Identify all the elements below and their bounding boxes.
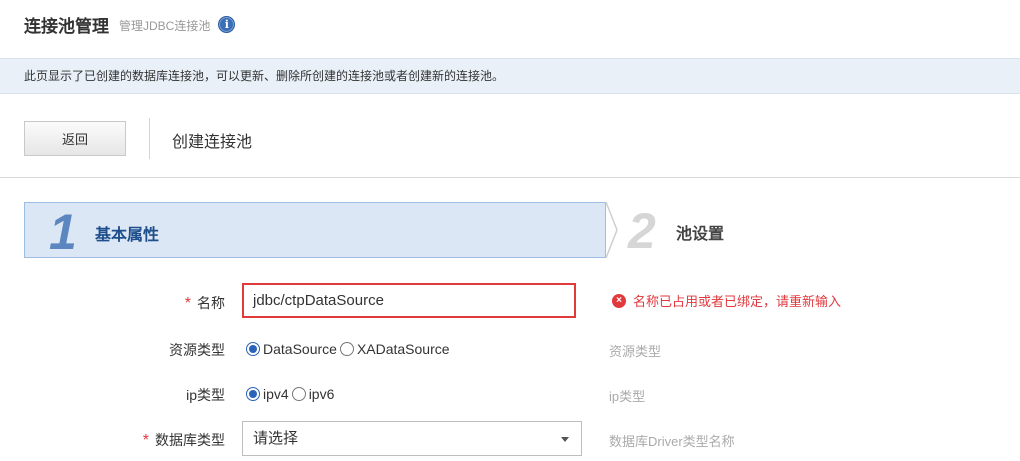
- resource-type-hint: 资源类型: [609, 344, 662, 359]
- wizard-steps: 1 基本属性 2 池设置: [24, 202, 1020, 258]
- error-icon: ×: [612, 293, 626, 308]
- radio-ipv6-label[interactable]: ipv6: [309, 386, 335, 402]
- wizard-step-basic[interactable]: 1 基本属性: [24, 202, 606, 258]
- resource-type-label: 资源类型: [169, 342, 225, 358]
- radio-xadatasource-label[interactable]: XADataSource: [357, 341, 450, 357]
- description-bar: 此页显示了已创建的数据库连接池，可以更新、删除所创建的连接池或者创建新的连接池。: [0, 58, 1020, 94]
- back-button[interactable]: 返回: [24, 121, 126, 156]
- resource-type-radio-group: DataSource XADataSource: [246, 341, 453, 357]
- radio-datasource-label[interactable]: DataSource: [263, 341, 337, 357]
- name-label: * 名称: [184, 295, 225, 312]
- section-divider: [0, 177, 1020, 178]
- radio-xadatasource[interactable]: [339, 342, 354, 356]
- ip-type-radio-group: ipv4 ipv6: [246, 386, 337, 402]
- page-title: 连接池管理: [24, 16, 109, 36]
- radio-ipv4-label[interactable]: ipv4: [263, 386, 289, 402]
- chevron-down-icon: [561, 437, 569, 442]
- step-number: 1: [49, 204, 77, 260]
- step-label: 池设置: [676, 226, 725, 243]
- page-subtitle: 管理JDBC连接池: [119, 19, 211, 33]
- db-type-label-container: * 数据库类型: [0, 423, 225, 455]
- step-arrow-icon: [605, 202, 618, 258]
- toolbar-divider: [149, 118, 150, 159]
- required-mark: *: [142, 432, 149, 449]
- section-title: 创建连接池: [172, 134, 253, 151]
- ip-type-label: ip类型: [186, 387, 225, 403]
- db-type-select-value: 请选择: [253, 430, 299, 447]
- page-header: 连接池管理 管理JDBC连接池 i: [24, 12, 236, 36]
- db-type-select[interactable]: 请选择: [242, 421, 582, 456]
- radio-ipv4[interactable]: [246, 387, 260, 401]
- step-number: 2: [628, 203, 656, 259]
- radio-datasource[interactable]: [246, 342, 260, 356]
- info-icon[interactable]: i: [218, 16, 236, 33]
- db-type-label: * 数据库类型: [142, 432, 225, 449]
- error-text: 名称已占用或者已绑定，请重新输入: [633, 294, 842, 309]
- db-type-hint: 数据库Driver类型名称: [609, 434, 735, 449]
- required-mark: *: [184, 295, 191, 312]
- step-label: 基本属性: [95, 227, 160, 244]
- name-label-container: * 名称: [0, 286, 225, 318]
- radio-ipv6[interactable]: [291, 387, 306, 401]
- ip-type-hint: ip类型: [609, 389, 646, 404]
- ip-type-label-container: ip类型: [0, 378, 225, 410]
- name-input[interactable]: jdbc/ctpDataSource: [242, 283, 576, 318]
- resource-type-label-container: 资源类型: [0, 333, 225, 365]
- name-error-message: × 名称已占用或者已绑定，请重新输入: [612, 291, 841, 310]
